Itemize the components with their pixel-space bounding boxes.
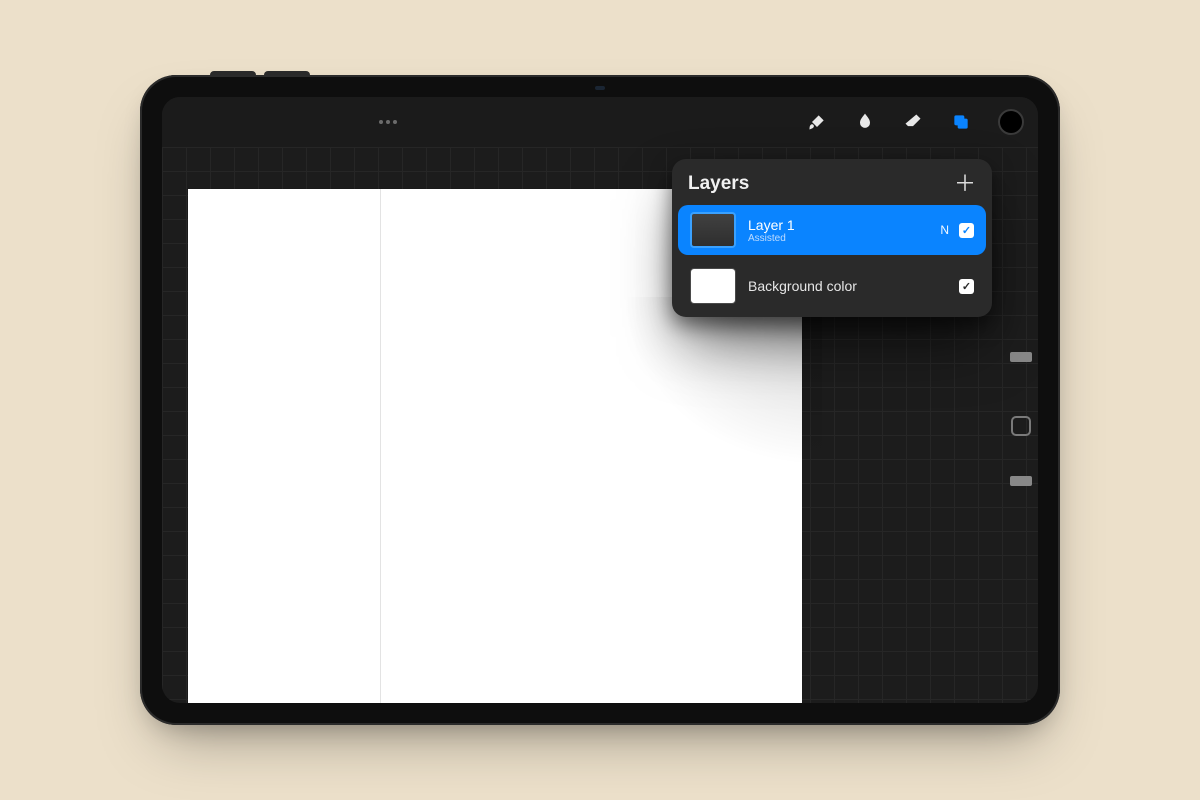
layer-name: Layer 1 xyxy=(748,217,928,233)
layers-icon[interactable] xyxy=(950,111,972,133)
top-toolbar xyxy=(162,97,1038,147)
multitask-dots-icon[interactable] xyxy=(376,117,400,127)
visibility-checkbox[interactable]: ✓ xyxy=(959,223,974,238)
opacity-slider[interactable] xyxy=(1010,476,1032,486)
ipad-device: Layers ＋ Layer 1 Assisted N ✓ Background… xyxy=(140,75,1060,725)
side-controls xyxy=(1008,322,1034,582)
blend-mode-indicator[interactable]: N xyxy=(940,223,949,237)
app-screen: Layers ＋ Layer 1 Assisted N ✓ Background… xyxy=(162,97,1038,703)
device-camera xyxy=(595,86,605,90)
add-layer-button[interactable]: ＋ xyxy=(954,173,976,195)
layers-panel: Layers ＋ Layer 1 Assisted N ✓ Background… xyxy=(672,159,992,317)
layer-thumbnail xyxy=(690,212,736,248)
visibility-checkbox[interactable]: ✓ xyxy=(959,279,974,294)
layer-thumbnail xyxy=(690,268,736,304)
layer-name: Background color xyxy=(748,278,947,294)
color-picker-swatch[interactable] xyxy=(998,109,1024,135)
brush-size-slider[interactable] xyxy=(1010,352,1032,362)
eraser-icon[interactable] xyxy=(902,111,924,133)
layer-row[interactable]: Layer 1 Assisted N ✓ xyxy=(678,205,986,255)
layer-subtitle: Assisted xyxy=(748,233,928,244)
symmetry-guide xyxy=(380,189,381,703)
smudge-icon[interactable] xyxy=(854,111,876,133)
modify-button[interactable] xyxy=(1011,416,1031,436)
layer-row[interactable]: Background color ✓ xyxy=(678,261,986,311)
layers-panel-title: Layers xyxy=(688,173,749,195)
brush-icon[interactable] xyxy=(806,111,828,133)
